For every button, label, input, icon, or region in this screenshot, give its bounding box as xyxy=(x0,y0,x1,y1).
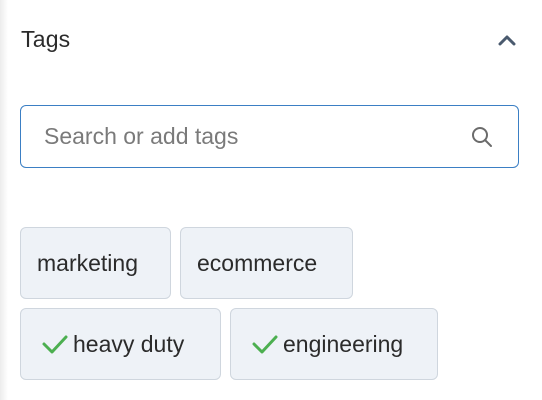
search-icon xyxy=(472,127,492,147)
tag-label: ecommerce xyxy=(197,249,318,276)
tag-search-input[interactable] xyxy=(44,106,464,167)
checkmark-icon xyxy=(251,332,279,356)
tag-label: engineering xyxy=(283,330,404,357)
tag-label: marketing xyxy=(37,249,138,276)
collapse-button[interactable] xyxy=(495,28,519,52)
tag-ecommerce[interactable]: ecommerce xyxy=(180,227,353,299)
tags-panel-header: Tags xyxy=(21,22,519,58)
tag-heavy-duty[interactable]: heavy duty xyxy=(20,308,221,380)
chevron-up-icon xyxy=(498,35,516,46)
tag-label: heavy duty xyxy=(73,330,185,357)
search-button[interactable] xyxy=(470,125,494,149)
tag-engineering[interactable]: engineering xyxy=(230,308,438,380)
tag-marketing[interactable]: marketing xyxy=(20,227,171,299)
panel-title: Tags xyxy=(21,26,71,52)
tag-search-box xyxy=(20,105,519,168)
checkmark-icon xyxy=(41,332,69,356)
tags-panel: Tags marketing ecommerce heavy duty xyxy=(0,0,542,400)
